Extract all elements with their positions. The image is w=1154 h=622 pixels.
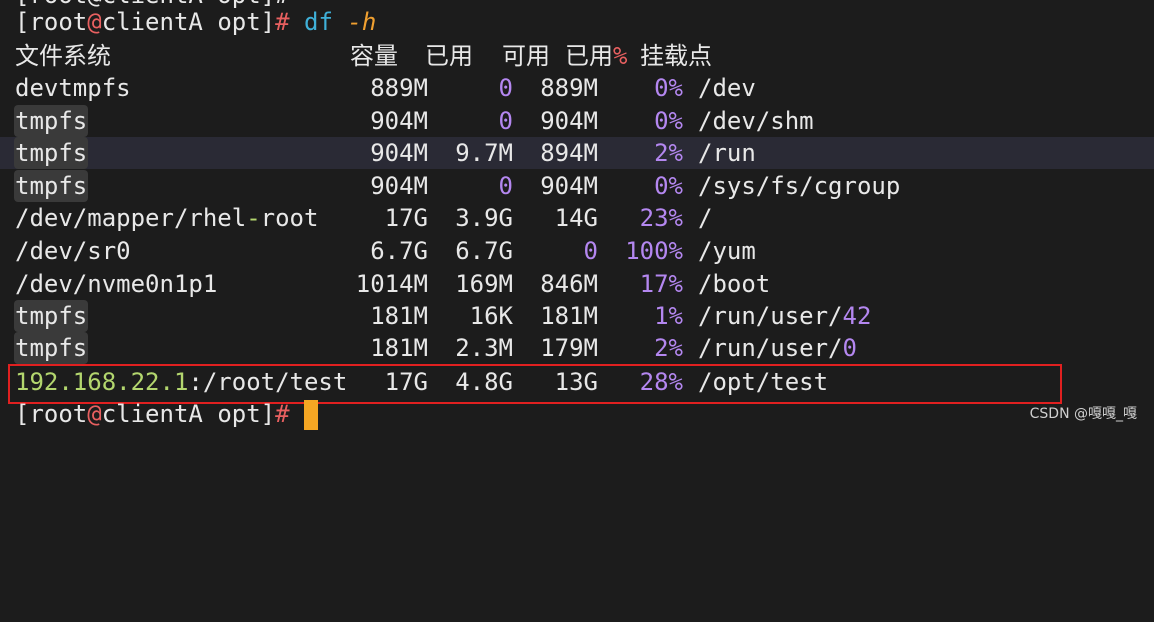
header-used: 已用 bbox=[425, 42, 473, 70]
text-cursor bbox=[304, 400, 319, 430]
header-use-pct: 已用% bbox=[565, 42, 628, 70]
prompt-line-active[interactable]: [root@clientA opt]# bbox=[15, 398, 319, 430]
header-avail: 可用 bbox=[502, 42, 550, 70]
table-row: /dev/mapper/rhel-root 17G 3.9G 14G 23% / bbox=[15, 204, 713, 232]
header-mounted-on: 挂载点 bbox=[640, 42, 712, 70]
table-row: tmpfs 904M 0 904M 0% /dev/shm bbox=[14, 105, 814, 137]
table-row: devtmpfs 889M 0 889M 0% /dev bbox=[15, 74, 756, 102]
header-size: 容量 bbox=[350, 42, 398, 70]
watermark: CSDN @嘎嘎_嘎 bbox=[1029, 406, 1137, 422]
prompt-line: [root@clientA opt]# df -h bbox=[15, 8, 377, 36]
table-row: tmpfs 904M 0 904M 0% /sys/fs/cgroup bbox=[14, 170, 901, 202]
table-row: /dev/sr0 6.7G 6.7G 0 100% /yum bbox=[15, 237, 756, 265]
command-text: df bbox=[304, 8, 333, 36]
command-option: -h bbox=[347, 8, 377, 36]
header-filesystem: 文件系统 bbox=[15, 42, 111, 70]
table-row: tmpfs 181M 2.3M 179M 2% /run/user/0 bbox=[14, 332, 857, 364]
table-row: /dev/nvme0n1p1 1014M 169M 846M 17% /boot bbox=[15, 270, 771, 298]
table-row: tmpfs 181M 16K 181M 1% /run/user/42 bbox=[14, 300, 872, 332]
table-row: tmpfs 904M 9.7M 894M 2% /run bbox=[14, 137, 756, 169]
terminal-window[interactable]: [root@clientA opt]# [root@clientA opt]# … bbox=[0, 0, 1154, 432]
table-header: 文件系统 容量 已用 可用 已用% 挂载点 bbox=[0, 40, 1154, 72]
